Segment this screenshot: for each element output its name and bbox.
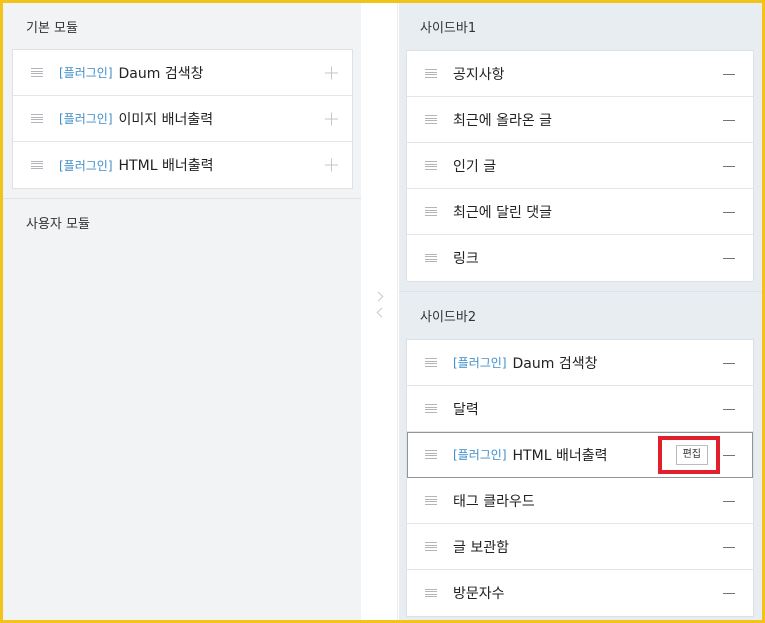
sidebar-item-recent-posts[interactable]: 최근에 올라온 글 (407, 97, 753, 143)
sidebar-item-recent-comments[interactable]: 최근에 달린 댓글 (407, 189, 753, 235)
drag-handle-icon[interactable] (425, 450, 437, 459)
module-label: Daum 검색창 (118, 65, 204, 82)
drag-handle-icon[interactable] (425, 588, 437, 598)
plugin-tag: [플러그인] (59, 112, 113, 126)
section-divider (3, 189, 361, 199)
sidebar-item-label: 인기 글 (453, 158, 497, 175)
add-icon[interactable] (325, 66, 338, 79)
plugin-tag: [플러그인] (453, 448, 507, 462)
module-label: 이미지 배너출력 (118, 111, 214, 128)
sidebar-item-popular-posts[interactable]: 인기 글 (407, 143, 753, 189)
remove-icon[interactable] (723, 546, 735, 548)
basic-module-list: [플러그인] Daum 검색창 [플러그인] 이미지 배너출력 [플러그인] H… (12, 49, 353, 189)
sidebar-item-label: 공지사항 (453, 66, 505, 83)
remove-icon[interactable] (723, 593, 735, 594)
drag-handle-icon[interactable] (31, 160, 43, 170)
drag-handle-icon[interactable] (425, 542, 437, 551)
drag-handle-icon[interactable] (425, 161, 437, 170)
sidebar1-list: 공지사항 최근에 올라온 글 인기 글 최근에 달린 댓글 링크 (406, 50, 754, 282)
sidebar1-title: 사이드바1 (420, 21, 477, 36)
sidebar-item-links[interactable]: 링크 (407, 235, 753, 281)
sidebar-item-label: 달력 (453, 401, 479, 418)
sidebar-item-visitor-count[interactable]: 방문자수 (407, 570, 753, 616)
sidebar-item-label: 방문자수 (453, 586, 505, 602)
drag-handle-icon[interactable] (425, 358, 437, 367)
sidebar-item-label: HTML 배너출력 (512, 447, 608, 464)
sidebar-item-archive[interactable]: 글 보관함 (407, 524, 753, 570)
remove-icon[interactable] (723, 362, 735, 364)
sidebar1-section: 사이드바1 공지사항 최근에 올라온 글 인기 글 최근에 달린 댓글 링크 (399, 3, 762, 292)
drag-handle-icon[interactable] (425, 253, 437, 263)
module-item-image-banner[interactable]: [플러그인] 이미지 배너출력 (13, 96, 352, 142)
sidebar2-title: 사이드바2 (420, 310, 477, 325)
plugin-tag: [플러그인] (453, 356, 507, 370)
remove-icon[interactable] (723, 454, 735, 456)
sidebar-item-label: 글 보관함 (453, 539, 509, 556)
sidebar-item-notice[interactable]: 공지사항 (407, 51, 753, 97)
sidebar-item-label: 태그 클라우드 (453, 493, 535, 510)
basic-modules-title: 기본 모듈 (26, 21, 78, 36)
remove-icon[interactable] (723, 258, 735, 259)
sidebar-item-tag-cloud[interactable]: 태그 클라우드 (407, 478, 753, 524)
remove-icon[interactable] (723, 119, 735, 121)
sidebar-item-calendar[interactable]: 달력 (407, 386, 753, 432)
module-item-html-banner[interactable]: [플러그인] HTML 배너출력 (13, 142, 352, 188)
add-icon[interactable] (325, 112, 338, 125)
module-label: HTML 배너출력 (118, 158, 214, 174)
module-item-daum-search[interactable]: [플러그인] Daum 검색창 (13, 50, 352, 96)
drag-handle-icon[interactable] (425, 115, 437, 124)
drag-handle-icon[interactable] (425, 69, 437, 78)
remove-icon[interactable] (723, 165, 735, 167)
plugin-tag: [플러그인] (59, 66, 113, 80)
edit-button[interactable]: 편집 (675, 444, 708, 465)
sidebar2-section: 사이드바2 [플러그인] Daum 검색창 달력 [플러그인] HTML 배너출… (399, 292, 762, 617)
sidebar-item-label: Daum 검색창 (512, 355, 598, 372)
sidebar-item-label: 최근에 올라온 글 (453, 112, 553, 129)
sidebar-config-panel: 사이드바1 공지사항 최근에 올라온 글 인기 글 최근에 달린 댓글 링크 사… (399, 3, 762, 620)
module-library-panel: 기본 모듈 [플러그인] Daum 검색창 [플러그인] 이미지 배너출력 [플… (3, 3, 361, 620)
plugin-tag: [플러그인] (59, 158, 113, 173)
remove-icon[interactable] (723, 408, 735, 410)
remove-icon[interactable] (723, 211, 735, 213)
panel-splitter (361, 3, 398, 620)
sidebar-item-daum-search[interactable]: [플러그인] Daum 검색창 (407, 340, 753, 386)
chevron-left-icon (376, 307, 387, 318)
sidebar-item-label: 링크 (453, 251, 479, 267)
user-modules-title: 사용자 모듈 (26, 217, 90, 232)
add-icon[interactable] (325, 158, 338, 172)
drag-handle-icon[interactable] (425, 496, 437, 505)
remove-icon[interactable] (723, 500, 735, 502)
chevron-right-icon (373, 291, 384, 302)
drag-handle-icon[interactable] (31, 68, 43, 77)
remove-icon[interactable] (723, 73, 735, 75)
section-divider (399, 282, 762, 292)
drag-handle-icon[interactable] (425, 404, 437, 413)
drag-handle-icon[interactable] (425, 207, 437, 216)
sidebar2-list: [플러그인] Daum 검색창 달력 [플러그인] HTML 배너출력 편집 태… (406, 339, 754, 617)
sidebar-item-html-banner[interactable]: [플러그인] HTML 배너출력 편집 (407, 432, 753, 478)
drag-handle-icon[interactable] (31, 114, 43, 123)
sidebar-item-label: 최근에 달린 댓글 (453, 204, 553, 221)
